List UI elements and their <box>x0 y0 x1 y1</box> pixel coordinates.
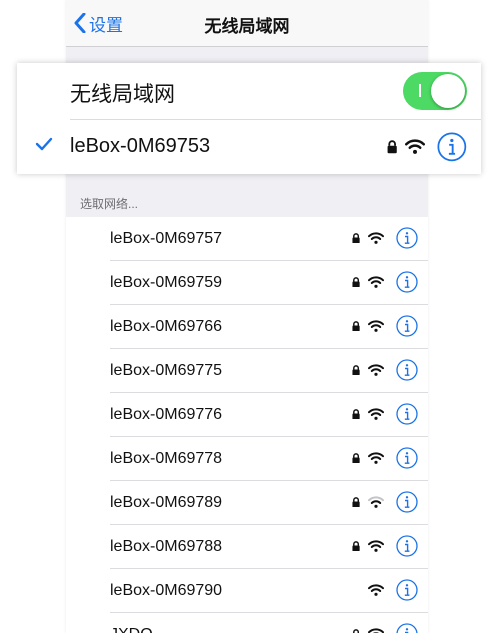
section-header: 选取网络... <box>80 197 139 211</box>
network-row[interactable]: leBox-0M69789 <box>66 481 428 525</box>
info-icon[interactable] <box>396 227 418 249</box>
connected-ssid: leBox-0M69753 <box>70 135 211 157</box>
network-ssid: leBox-0M69778 <box>110 450 223 467</box>
info-icon[interactable] <box>396 535 418 557</box>
network-row[interactable]: leBox-0M69776 <box>66 393 428 437</box>
lock-icon <box>352 364 360 375</box>
network-ssid: leBox-0M69788 <box>110 538 223 555</box>
wifi-toggle-row: 无线局域网 <box>17 63 481 119</box>
connected-network-row[interactable]: leBox-0M69753 <box>17 120 481 174</box>
network-row[interactable]: leBox-0M69775 <box>66 349 428 393</box>
lock-icon <box>352 320 360 331</box>
info-icon[interactable] <box>396 579 418 601</box>
network-row[interactable]: leBox-0M69759 <box>66 261 428 305</box>
wifi-signal-icon <box>368 540 384 552</box>
info-icon[interactable] <box>437 132 467 162</box>
page-title: 无线局域网 <box>204 17 290 36</box>
toggle-knob <box>431 74 465 108</box>
network-row[interactable]: JXDO <box>66 613 428 633</box>
info-icon[interactable] <box>396 491 418 513</box>
wifi-signal-icon <box>368 628 384 633</box>
wifi-signal-icon <box>368 496 384 508</box>
network-row[interactable]: leBox-0M69790 <box>66 569 428 613</box>
wifi-signal-icon <box>368 276 384 288</box>
wifi-signal-icon <box>368 232 384 244</box>
checkmark-icon <box>35 137 53 151</box>
lock-icon <box>387 140 397 154</box>
wifi-signal-icon <box>368 584 384 596</box>
info-icon[interactable] <box>396 271 418 293</box>
toggle-on-mark <box>419 84 421 97</box>
lock-icon <box>352 232 360 243</box>
network-row[interactable]: leBox-0M69788 <box>66 525 428 569</box>
network-ssid: leBox-0M69766 <box>110 318 223 335</box>
info-icon[interactable] <box>396 403 418 425</box>
navigation-bar: 设置 无线局域网 <box>66 0 428 47</box>
wifi-card: 无线局域网 leBox-0M69753 <box>17 63 481 174</box>
wifi-signal-icon <box>405 139 426 155</box>
network-row[interactable]: leBox-0M69766 <box>66 305 428 349</box>
wifi-signal-icon <box>368 320 384 332</box>
network-ssid: leBox-0M69790 <box>110 582 223 599</box>
network-list: leBox-0M69757 leBox-0M69759 leBox-0M6976… <box>66 217 428 633</box>
network-row[interactable]: leBox-0M69778 <box>66 437 428 481</box>
info-icon[interactable] <box>396 359 418 381</box>
lock-icon <box>352 540 360 551</box>
info-icon[interactable] <box>396 315 418 337</box>
wifi-label: 无线局域网 <box>70 83 175 106</box>
lock-icon <box>352 408 360 419</box>
network-row[interactable]: leBox-0M69757 <box>66 217 428 261</box>
lock-icon <box>352 276 360 287</box>
network-ssid: leBox-0M69789 <box>110 494 223 511</box>
lock-icon <box>352 452 360 463</box>
network-ssid: leBox-0M69775 <box>110 362 223 379</box>
network-ssid: leBox-0M69759 <box>110 274 223 291</box>
lock-icon <box>352 496 360 507</box>
lock-icon <box>352 628 359 633</box>
info-icon[interactable] <box>396 623 418 633</box>
wifi-signal-icon <box>368 364 384 376</box>
wifi-toggle[interactable] <box>403 72 467 110</box>
wifi-signal-icon <box>368 452 384 464</box>
info-icon[interactable] <box>396 447 418 469</box>
wifi-signal-icon <box>368 408 384 420</box>
network-ssid: leBox-0M69776 <box>110 406 223 423</box>
network-ssid: JXDO <box>110 626 153 633</box>
network-ssid: leBox-0M69757 <box>110 230 223 247</box>
